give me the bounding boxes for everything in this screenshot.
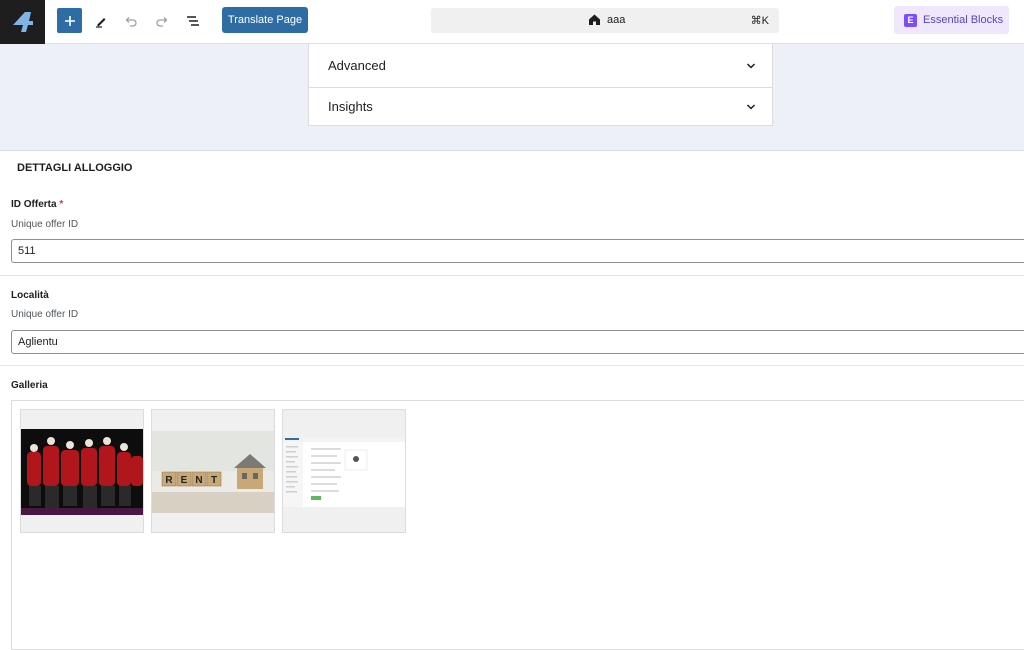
field-label-localita: Località: [11, 290, 49, 301]
required-mark: *: [59, 199, 64, 210]
rent-blocks-house-photo: RENT: [152, 431, 274, 513]
svg-text:T: T: [211, 475, 217, 486]
settings-panel-area: Advanced Insights: [0, 44, 1024, 151]
panel-advanced-label: Advanced: [328, 58, 386, 73]
command-title: aaa: [607, 14, 626, 26]
panel-insights[interactable]: Insights: [309, 88, 772, 125]
plus-icon: [64, 15, 75, 26]
field-description: Unique offer ID: [11, 309, 79, 320]
divider: [0, 365, 1024, 366]
localita-input[interactable]: Aglientu: [11, 330, 1024, 354]
gallery-thumbnail[interactable]: RENT: [151, 409, 275, 533]
svg-text:R: R: [165, 475, 173, 486]
document-overview-button[interactable]: [180, 8, 206, 34]
settings-panel: Advanced Insights: [308, 44, 773, 126]
command-palette[interactable]: aaa ⌘K: [431, 8, 779, 33]
metabox-title: DETTAGLI ALLOGGIO: [17, 162, 133, 174]
gallery-thumbnail[interactable]: [20, 409, 144, 533]
list-view-icon: [187, 16, 199, 26]
translate-page-button[interactable]: Translate Page: [222, 7, 308, 33]
site-logo[interactable]: [0, 0, 45, 44]
panel-insights-label: Insights: [328, 99, 373, 114]
chevron-down-icon: [746, 62, 756, 69]
essential-blocks-button[interactable]: E Essential Blocks: [894, 6, 1009, 34]
gallery-container: RENT: [11, 400, 1024, 650]
undo-icon: [125, 17, 137, 27]
redo-icon: [156, 17, 168, 27]
field-label-text: ID Offerta: [11, 199, 57, 210]
divider: [0, 275, 1024, 276]
editor-toolbar: Translate Page aaa ⌘K E Essential Blocks: [0, 0, 1024, 44]
id-offerta-input[interactable]: 511: [11, 239, 1024, 263]
undo-button[interactable]: [118, 8, 144, 34]
logo-icon: [12, 12, 33, 32]
field-description: Unique offer ID: [11, 219, 79, 230]
panel-advanced[interactable]: Advanced: [309, 44, 772, 88]
tools-button[interactable]: [88, 8, 114, 34]
pencil-icon: [96, 18, 106, 28]
folk-dancers-photo: [21, 429, 143, 515]
svg-text:E: E: [181, 475, 188, 486]
gallery-thumbnail[interactable]: [282, 409, 406, 533]
home-icon: [589, 14, 600, 25]
admin-screenshot-photo: [283, 437, 405, 507]
field-label-galleria: Galleria: [11, 380, 48, 391]
redo-button[interactable]: [149, 8, 175, 34]
svg-text:N: N: [195, 475, 202, 486]
essential-blocks-label: Essential Blocks: [923, 14, 1004, 26]
chevron-down-icon: [746, 103, 756, 110]
field-label-id-offerta: ID Offerta *: [11, 199, 63, 210]
command-shortcut: ⌘K: [750, 15, 769, 27]
add-block-button[interactable]: [57, 8, 82, 33]
essential-blocks-icon: E: [904, 13, 917, 27]
